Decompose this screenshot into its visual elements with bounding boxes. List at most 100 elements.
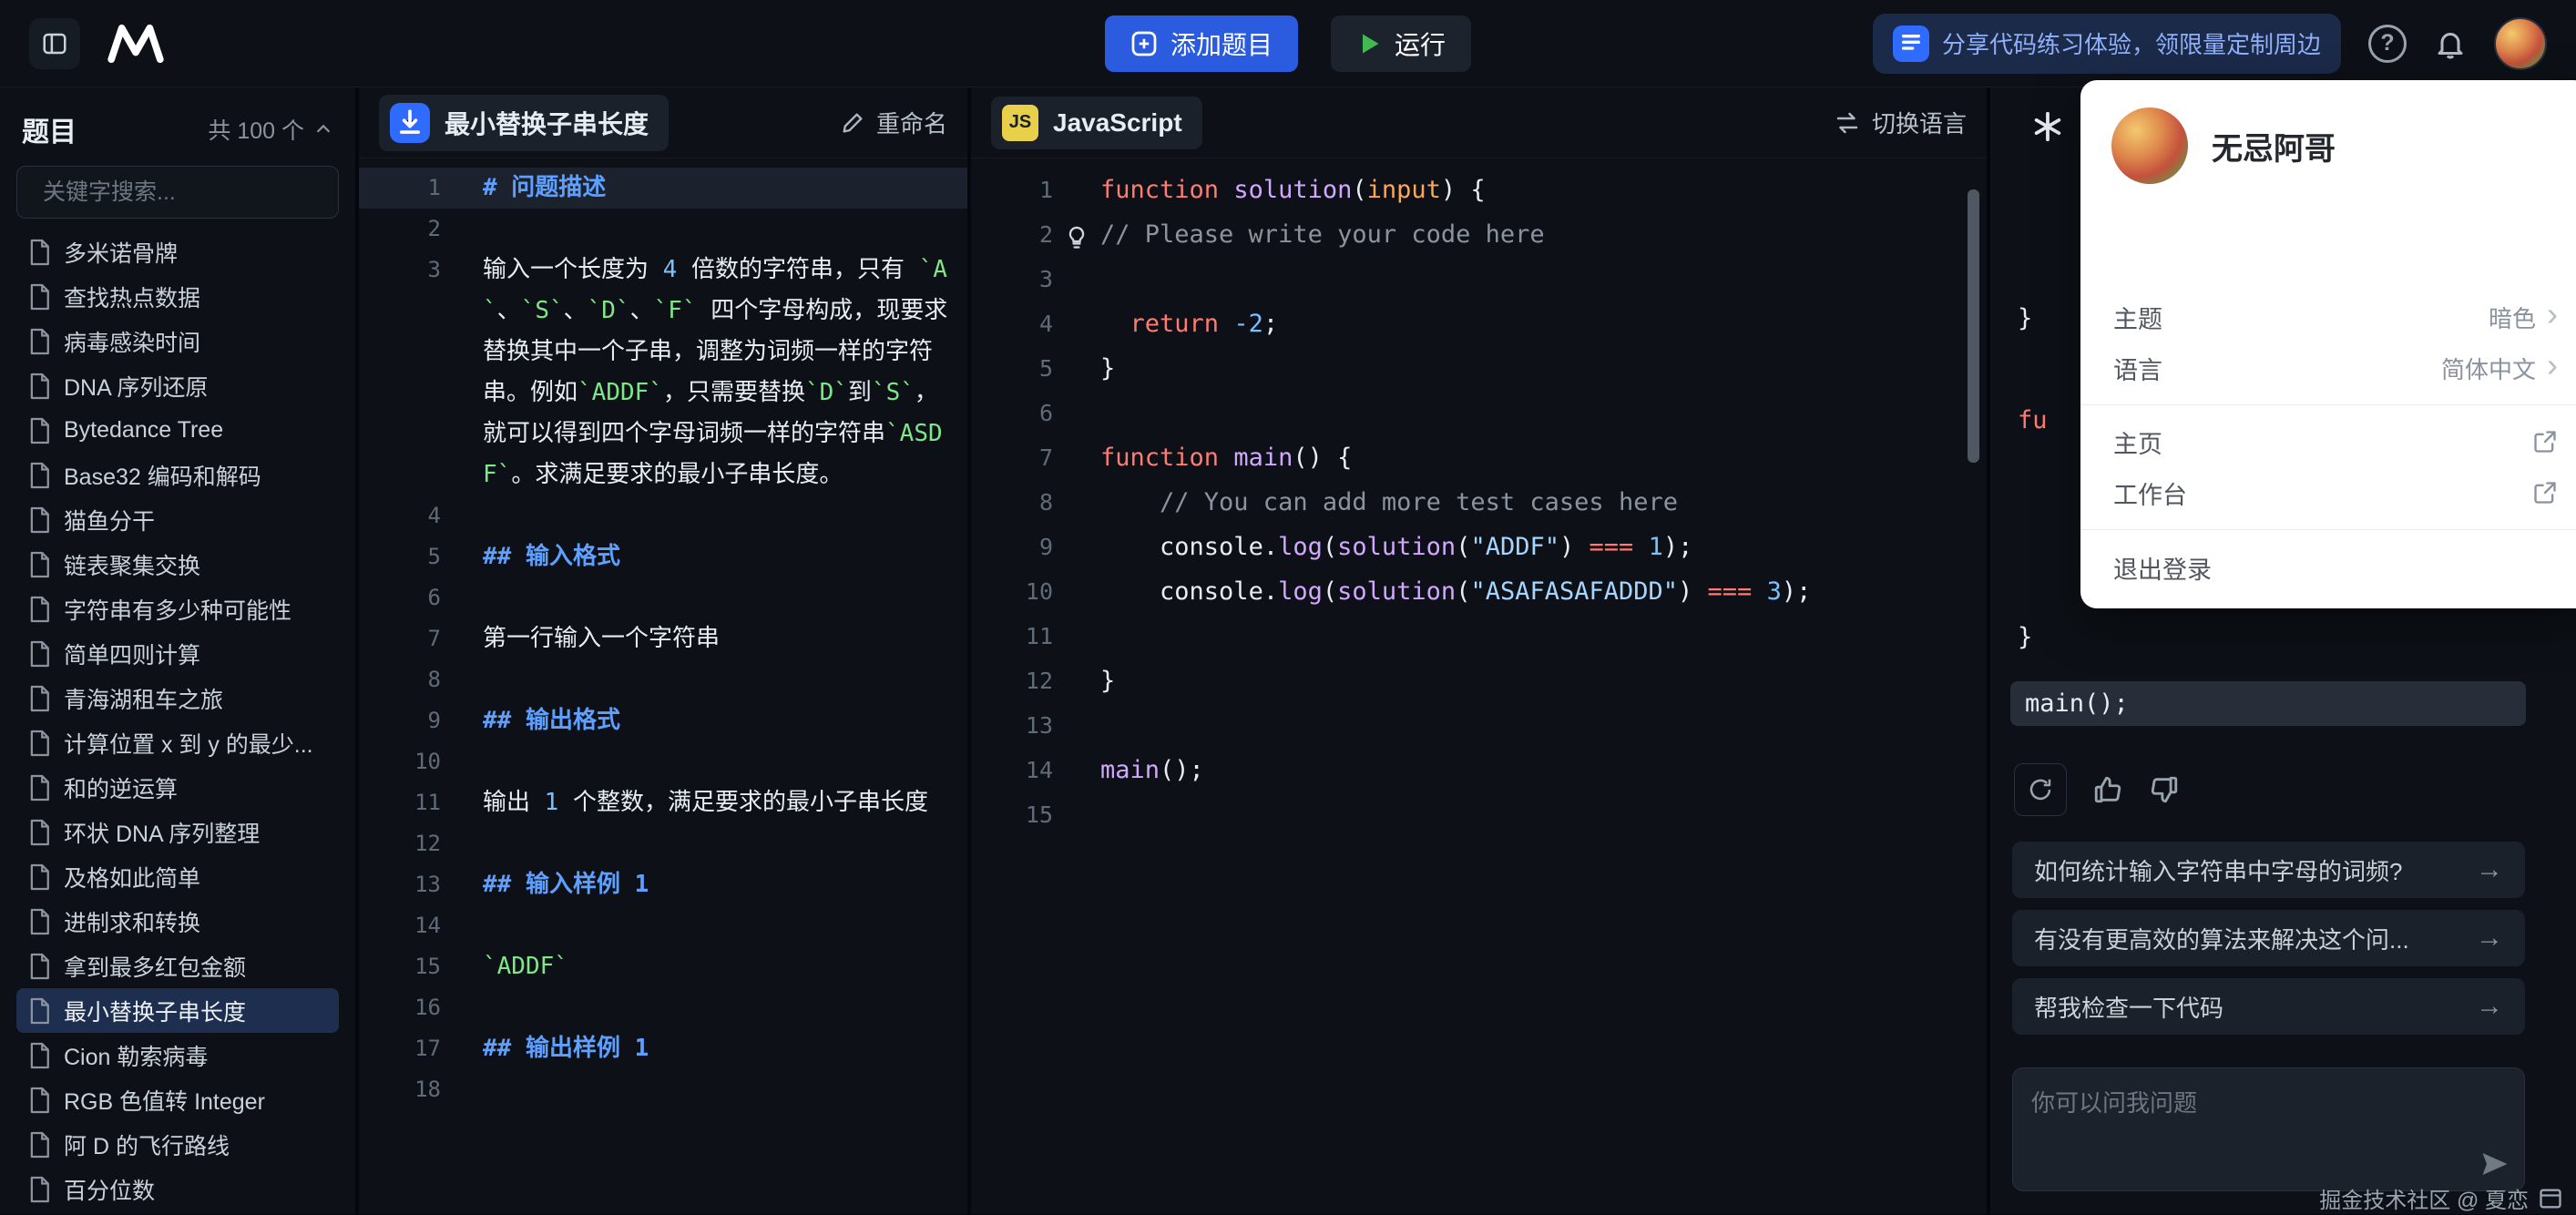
- problem-line[interactable]: 6: [359, 577, 967, 618]
- problem-line[interactable]: 10: [359, 741, 967, 782]
- language-tab[interactable]: JS JavaScript: [991, 97, 1202, 149]
- sidebar-item[interactable]: 青海湖租车之旅: [16, 676, 339, 720]
- problem-line[interactable]: 9## 输出格式: [359, 700, 967, 741]
- sidebar-item[interactable]: 查找热点数据: [16, 274, 339, 319]
- code-line[interactable]: 6: [971, 391, 1987, 435]
- editor-scrollbar[interactable]: [1968, 189, 1979, 463]
- code-line[interactable]: 10 console.log(solution("ASAFASAFADDD") …: [971, 569, 1987, 614]
- problem-line[interactable]: 7第一行输入一个字符串: [359, 618, 967, 659]
- problem-line[interactable]: 15`ADDF`: [359, 946, 967, 987]
- code-line[interactable]: 2// Please write your code here: [971, 212, 1987, 257]
- sidebar-item[interactable]: 最小替换子串长度: [16, 988, 339, 1033]
- menu-item-home[interactable]: 主页: [2080, 416, 2576, 467]
- line-number: 6: [971, 391, 1053, 435]
- code-line[interactable]: 15: [971, 792, 1987, 837]
- sidebar-item[interactable]: 及格如此简单: [16, 854, 339, 899]
- problem-line[interactable]: 13## 输入样例 1: [359, 864, 967, 905]
- problem-line[interactable]: 16: [359, 987, 967, 1028]
- sidebar-item[interactable]: 进制求和转换: [16, 899, 339, 944]
- help-icon[interactable]: ?: [2368, 25, 2407, 63]
- line-content: [483, 741, 949, 782]
- user-menu-profile[interactable]: 无忌阿哥: [2080, 80, 2576, 204]
- menu-item-theme[interactable]: 主题 暗色 ›: [2080, 291, 2576, 342]
- doc-icon: [27, 953, 51, 980]
- chat-input[interactable]: [2031, 1085, 2468, 1150]
- code-line[interactable]: 14main();: [971, 748, 1987, 792]
- code-line[interactable]: 11: [971, 614, 1987, 659]
- arrow-right-icon: →: [2476, 991, 2503, 1022]
- sidebar-item[interactable]: Bytedance Tree: [16, 408, 339, 453]
- sidebar-toggle-button[interactable]: [29, 18, 80, 69]
- sidebar-item[interactable]: 猫鱼分干: [16, 497, 339, 542]
- sidebar-item[interactable]: RGB 色值转 Integer: [16, 1077, 339, 1122]
- sidebar-item[interactable]: 环状 DNA 序列整理: [16, 810, 339, 854]
- notification-bell-icon[interactable]: [2434, 27, 2467, 60]
- sidebar-item[interactable]: 简单四则计算: [16, 631, 339, 676]
- code-line[interactable]: 4 return -2;: [971, 301, 1987, 346]
- problem-line[interactable]: 17## 输出样例 1: [359, 1028, 967, 1069]
- sidebar-item[interactable]: 字符串有多少种可能性: [16, 587, 339, 631]
- menu-item-language[interactable]: 语言 简体中文 ›: [2080, 342, 2576, 393]
- problem-line[interactable]: 4: [359, 495, 967, 536]
- sidebar-item[interactable]: 多米诺骨牌: [16, 230, 339, 274]
- line-content: # 问题描述: [483, 168, 949, 209]
- community-footer: 掘金技术社区 @ 夏恋: [2319, 1182, 2563, 1214]
- send-icon[interactable]: [2479, 1148, 2511, 1183]
- sidebar-item[interactable]: 链表聚集交换: [16, 542, 339, 587]
- code-line[interactable]: 12}: [971, 659, 1987, 703]
- ai-sparkle-icon[interactable]: [2030, 109, 2065, 148]
- rename-button[interactable]: 重命名: [840, 106, 947, 139]
- menu-item-logout[interactable]: 退出登录: [2080, 541, 2576, 594]
- share-banner[interactable]: 分享代码练习体验，领限量定制周边: [1873, 14, 2341, 74]
- add-question-button[interactable]: 添加题目: [1105, 15, 1298, 72]
- problem-line[interactable]: 18: [359, 1069, 967, 1110]
- sidebar-item-label: Bytedance Tree: [64, 417, 223, 444]
- thumbs-down-icon[interactable]: [2149, 774, 2180, 805]
- sidebar-item[interactable]: 计算位置 x 到 y 的最少...: [16, 720, 339, 765]
- sidebar-item-label: 进制求和转换: [64, 905, 200, 938]
- suggestion-button[interactable]: 有没有更高效的算法来解决这个问...→: [2012, 910, 2525, 966]
- sidebar-item[interactable]: Cion 勒索病毒: [16, 1033, 339, 1077]
- problem-line[interactable]: 5## 输入格式: [359, 536, 967, 577]
- thumbs-up-icon[interactable]: [2092, 774, 2123, 805]
- problem-line[interactable]: 2: [359, 209, 967, 250]
- search-input[interactable]: [43, 179, 336, 206]
- code-line[interactable]: 13: [971, 703, 1987, 748]
- sidebar-item[interactable]: 阿 D 的飞行路线: [16, 1122, 339, 1167]
- sidebar-item[interactable]: DNA 序列还原: [16, 363, 339, 408]
- problem-line[interactable]: 3输入一个长度为 4 倍数的字符串，只有 `A`、`S`、`D`、`F` 四个字…: [359, 250, 967, 495]
- sidebar-item[interactable]: 百分位数: [16, 1167, 339, 1211]
- code-line[interactable]: 8 // You can add more test cases here: [971, 480, 1987, 525]
- sidebar-item[interactable]: 和的逆运算: [16, 765, 339, 810]
- code-line[interactable]: 5}: [971, 346, 1987, 391]
- user-avatar[interactable]: [2494, 17, 2547, 70]
- logo-icon[interactable]: [106, 23, 166, 65]
- doc-icon: [27, 685, 51, 712]
- regenerate-button[interactable]: [2014, 763, 2067, 816]
- suggestion-button[interactable]: 帮我检查一下代码→: [2012, 978, 2525, 1035]
- doc-icon: [27, 997, 51, 1025]
- problem-line[interactable]: 1# 问题描述: [359, 168, 967, 209]
- problem-line[interactable]: 8: [359, 659, 967, 700]
- chat-input-box[interactable]: [2012, 1067, 2525, 1191]
- code-line[interactable]: 9 console.log(solution("ADDF") === 1);: [971, 525, 1987, 569]
- problem-line[interactable]: 14: [359, 905, 967, 946]
- chevron-up-icon: [313, 119, 333, 139]
- run-button[interactable]: 运行: [1331, 15, 1471, 72]
- switch-language-button[interactable]: 切换语言: [1834, 106, 1967, 139]
- code-line[interactable]: 3: [971, 257, 1987, 301]
- problem-count[interactable]: 共 100 个: [208, 113, 333, 146]
- problem-line[interactable]: 12: [359, 823, 967, 864]
- code-line[interactable]: 7function main() {: [971, 435, 1987, 480]
- sidebar-item[interactable]: Base32 编码和解码: [16, 453, 339, 497]
- sidebar-item-label: 百分位数: [64, 1173, 155, 1206]
- menu-item-workbench[interactable]: 工作台: [2080, 467, 2576, 518]
- search-box[interactable]: [16, 166, 339, 219]
- suggestion-button[interactable]: 如何统计输入字符串中字母的词频?→: [2012, 842, 2525, 898]
- window-icon: [2538, 1186, 2563, 1211]
- problem-line[interactable]: 11输出 1 个整数，满足要求的最小子串长度: [359, 782, 967, 823]
- sidebar-item[interactable]: 拿到最多红包金额: [16, 944, 339, 988]
- code-line[interactable]: 1function solution(input) {: [971, 168, 1987, 212]
- sidebar-item[interactable]: 病毒感染时间: [16, 319, 339, 363]
- line-content: // Please write your code here: [1100, 212, 1545, 257]
